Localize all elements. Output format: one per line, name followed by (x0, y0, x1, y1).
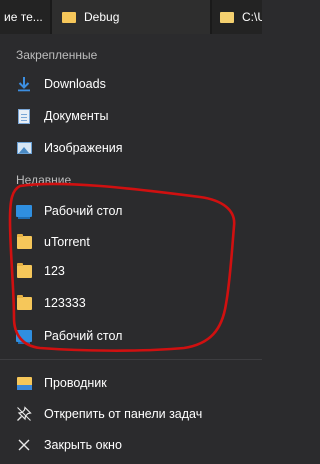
taskbar-tab-label: Debug (84, 10, 120, 24)
folder-icon (16, 262, 32, 279)
folder-icon (16, 233, 32, 250)
pictures-icon (16, 140, 32, 156)
recent-item-123333[interactable]: 123333 (0, 288, 262, 318)
action-file-explorer[interactable]: Проводник (0, 368, 262, 398)
folder-icon (62, 11, 76, 23)
recent-item-label: uTorrent (44, 235, 90, 249)
recent-item-utorrent[interactable]: uTorrent (0, 227, 262, 257)
taskbar-tab-label: C:\U (242, 10, 262, 24)
download-arrow-icon (16, 76, 32, 92)
action-label: Открепить от панели задач (44, 407, 203, 421)
action-close-window[interactable]: Закрыть окно (0, 430, 262, 460)
pinned-section-title: Закрепленные (16, 48, 98, 62)
action-label: Проводник (44, 376, 107, 390)
taskbar-thumbnail-strip: ие те... Debug C:\U (0, 0, 262, 34)
taskbar-tab-1[interactable]: ие те... (0, 0, 50, 34)
pinned-item-pictures[interactable]: Изображения (0, 133, 262, 163)
recent-item-label: Рабочий стол (44, 204, 123, 218)
pinned-item-downloads[interactable]: Downloads (0, 69, 262, 99)
folder-icon (16, 294, 32, 311)
folder-icon (220, 11, 234, 23)
recent-item-desktop-2[interactable]: Рабочий стол (0, 321, 262, 351)
taskbar-tab-label: ие те... (4, 10, 43, 24)
recent-item-label: Рабочий стол (44, 329, 123, 343)
action-unpin-taskbar[interactable]: Открепить от панели задач (0, 399, 262, 429)
unpin-icon (16, 406, 32, 422)
close-icon (16, 437, 32, 453)
recent-item-label: 123 (44, 264, 65, 278)
file-explorer-icon (16, 375, 32, 391)
action-label: Закрыть окно (44, 438, 122, 452)
taskbar-tab-debug[interactable]: Debug (52, 0, 210, 34)
pinned-item-documents[interactable]: Документы (0, 101, 262, 131)
pinned-item-label: Изображения (44, 141, 123, 155)
taskbar-tab-3[interactable]: C:\U (212, 0, 262, 34)
recent-section-title: Недавние (16, 173, 72, 187)
pinned-item-label: Документы (44, 109, 109, 123)
desktop-icon (16, 203, 32, 219)
recent-item-label: 123333 (44, 296, 86, 310)
jump-list-menu: Закрепленные Downloads Документы Изображ… (0, 34, 262, 464)
desktop-icon (16, 328, 32, 344)
recent-item-desktop[interactable]: Рабочий стол (0, 196, 262, 226)
menu-divider (0, 359, 262, 360)
document-icon (16, 108, 32, 124)
pinned-item-label: Downloads (44, 77, 106, 91)
recent-item-123[interactable]: 123 (0, 256, 262, 286)
